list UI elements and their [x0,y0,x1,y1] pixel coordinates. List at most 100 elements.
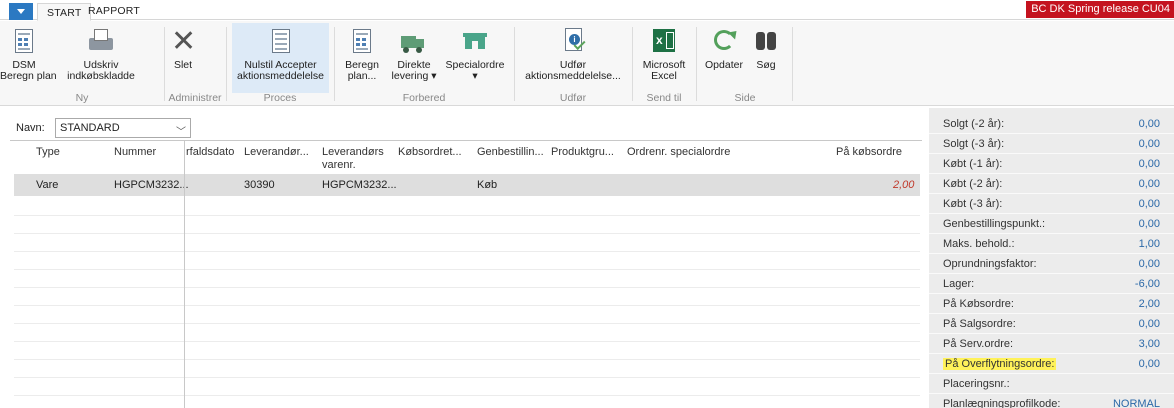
worksheet-icon [9,28,39,56]
empty-row-line [14,359,920,360]
factbox-label: På Salgsordre: [943,318,1016,330]
factbox-row: Placeringsnr.: [929,374,1174,394]
column-header-number[interactable]: Nummer [114,146,156,159]
column-header-special-order-no[interactable]: Ordrenr. specialordre [627,146,730,159]
factbox-row: Oprundningsfaktor: 0,00 [929,254,1174,274]
factbox-value[interactable]: 0,00 [1139,198,1160,210]
column-header-type[interactable]: Type [36,146,60,159]
group-separator [334,27,335,101]
binoculars-icon [751,28,781,56]
excel-button[interactable]: x Microsoft Excel [636,23,692,93]
column-header-replenishment[interactable]: Genbestillin... [477,146,544,159]
factbox-value[interactable]: 3,00 [1139,338,1160,350]
cell-vendor[interactable]: 30390 [244,179,275,191]
empty-row-line [14,215,920,216]
cell-vendor-item-no: HGPCM3232... [322,179,397,191]
factbox-row: Lager: -6,00 [929,274,1174,294]
factbox-label: Solgt (-2 år): [943,118,1005,130]
group-separator [226,27,227,101]
factbox-label: Maks. behold.: [943,238,1015,250]
special-order-label: Specialordre ▾ [445,59,505,82]
group-label-administrer: Administrer [168,92,222,104]
factbox-value[interactable]: 2,00 [1139,298,1160,310]
dsm-calc-plan-label: DSM Beregn plan [0,59,57,82]
factbox-label: Placeringsnr.: [943,378,1010,390]
cell-on-purchase-order: 2,00 [893,179,915,191]
factbox-label: Købt (-3 år): [943,198,1003,210]
factbox-value[interactable]: 0,00 [1139,158,1160,170]
carry-out-action-message-button[interactable]: i Udfør aktionsmeddelelse... [518,23,628,93]
store-icon [460,28,490,56]
reset-accept-action-message-label: Nulstil Accepter aktionsmeddelelse [237,59,324,82]
cell-type: Vare [36,179,59,191]
delete-label: Slet [173,59,193,71]
reset-accept-action-message-button[interactable]: Nulstil Accepter aktionsmeddelelse [232,23,329,93]
factbox-value[interactable]: NORMAL [1113,398,1160,408]
group-label-side: Side [734,92,756,104]
factbox-row: På Serv.ordre: 3,00 [929,334,1174,354]
empty-row-line [14,395,920,396]
tab-rapport[interactable]: RAPPORT [88,5,140,17]
factbox-row: Købt (-3 år): 0,00 [929,194,1174,214]
factbox-row: Genbestillingspunkt.: 0,00 [929,214,1174,234]
special-order-button[interactable]: Specialordre ▾ [442,23,508,93]
factbox-label-highlighted: På Overflytningsordre: [943,358,1057,370]
factbox-value[interactable]: 0,00 [1139,358,1160,370]
factbox-label: Genbestillingspunkt.: [943,218,1046,230]
factbox-label: Oprundningsfaktor: [943,258,1037,270]
edit-sheet-icon [266,28,296,56]
factbox-label: Lager: [943,278,975,290]
drop-shipment-button[interactable]: Direkte levering ▾ [388,23,440,93]
factbox-value[interactable]: 0,00 [1139,178,1160,190]
group-label-udfor: Udfør [559,92,587,104]
empty-row-line [14,341,920,342]
calculate-plan-button[interactable]: Beregn plan... [340,23,384,93]
close-icon: ✕ [171,24,197,59]
factbox-value: 0,00 [1138,218,1160,230]
empty-row-line [14,323,920,324]
cell-number[interactable]: HGPCM3232... [114,179,189,191]
dsm-calc-plan-button[interactable]: DSM Beregn plan [0,23,57,93]
name-filter-select[interactable]: STANDARD ﹀ [55,118,191,138]
ribbon-tab-bar: START RAPPORT BC DK Spring release CU04 [0,0,1174,21]
column-header-due-date[interactable]: rfaldsdato [186,146,234,159]
column-header-vendor-item-no[interactable]: Leverandørs varenr. [322,146,384,172]
group-label-proces: Proces [263,92,297,104]
factbox-value[interactable]: 0,00 [1139,118,1160,130]
chevron-down-icon [17,9,25,14]
carry-out-action-message-label: Udfør aktionsmeddelelse... [525,59,621,82]
group-separator [164,27,165,101]
name-filter-value: STANDARD [60,122,120,134]
empty-row-line [14,269,920,270]
search-label: Søg [756,59,776,71]
delete-button[interactable]: ✕ Slet [168,23,198,93]
app-menu-button[interactable] [9,3,33,20]
print-purchase-journal-button[interactable]: Udskriv indkøbskladde [48,23,154,93]
factbox-value[interactable]: 0,00 [1139,138,1160,150]
factbox-label: Solgt (-3 år): [943,138,1005,150]
chevron-down-icon: ﹀ [176,127,186,138]
refresh-icon [709,27,741,56]
calculate-plan-label: Beregn plan... [345,59,379,82]
refresh-button[interactable]: Opdater [702,23,746,93]
factbox-value: 0,00 [1138,258,1160,270]
column-header-purchase-ordered[interactable]: Købsordret... [398,146,462,159]
column-header-on-purchase-order[interactable]: På købsordre [836,146,902,159]
factbox-value[interactable]: 0,00 [1139,318,1160,330]
column-header-product-group[interactable]: Produktgru... [551,146,614,159]
factbox-row: Købt (-1 år): 0,00 [929,154,1174,174]
cell-replenishment: Køb [477,179,498,191]
grid-header-border [10,140,922,141]
group-separator [696,27,697,101]
column-header-vendor[interactable]: Leverandør... [244,146,309,159]
tab-start[interactable]: START [37,3,92,21]
factbox-value: 1,00 [1138,238,1160,250]
group-separator [514,27,515,101]
factbox-value[interactable]: -6,00 [1135,278,1160,290]
search-button[interactable]: Søg [750,23,782,93]
factbox-row: Planlægningsprofilkode: NORMAL [929,394,1174,408]
truck-icon [399,28,429,56]
frozen-column-divider [184,140,185,408]
empty-row-line [14,305,920,306]
ribbon: DSM Beregn plan Udskriv indkøbskladde Ny… [0,21,1174,106]
